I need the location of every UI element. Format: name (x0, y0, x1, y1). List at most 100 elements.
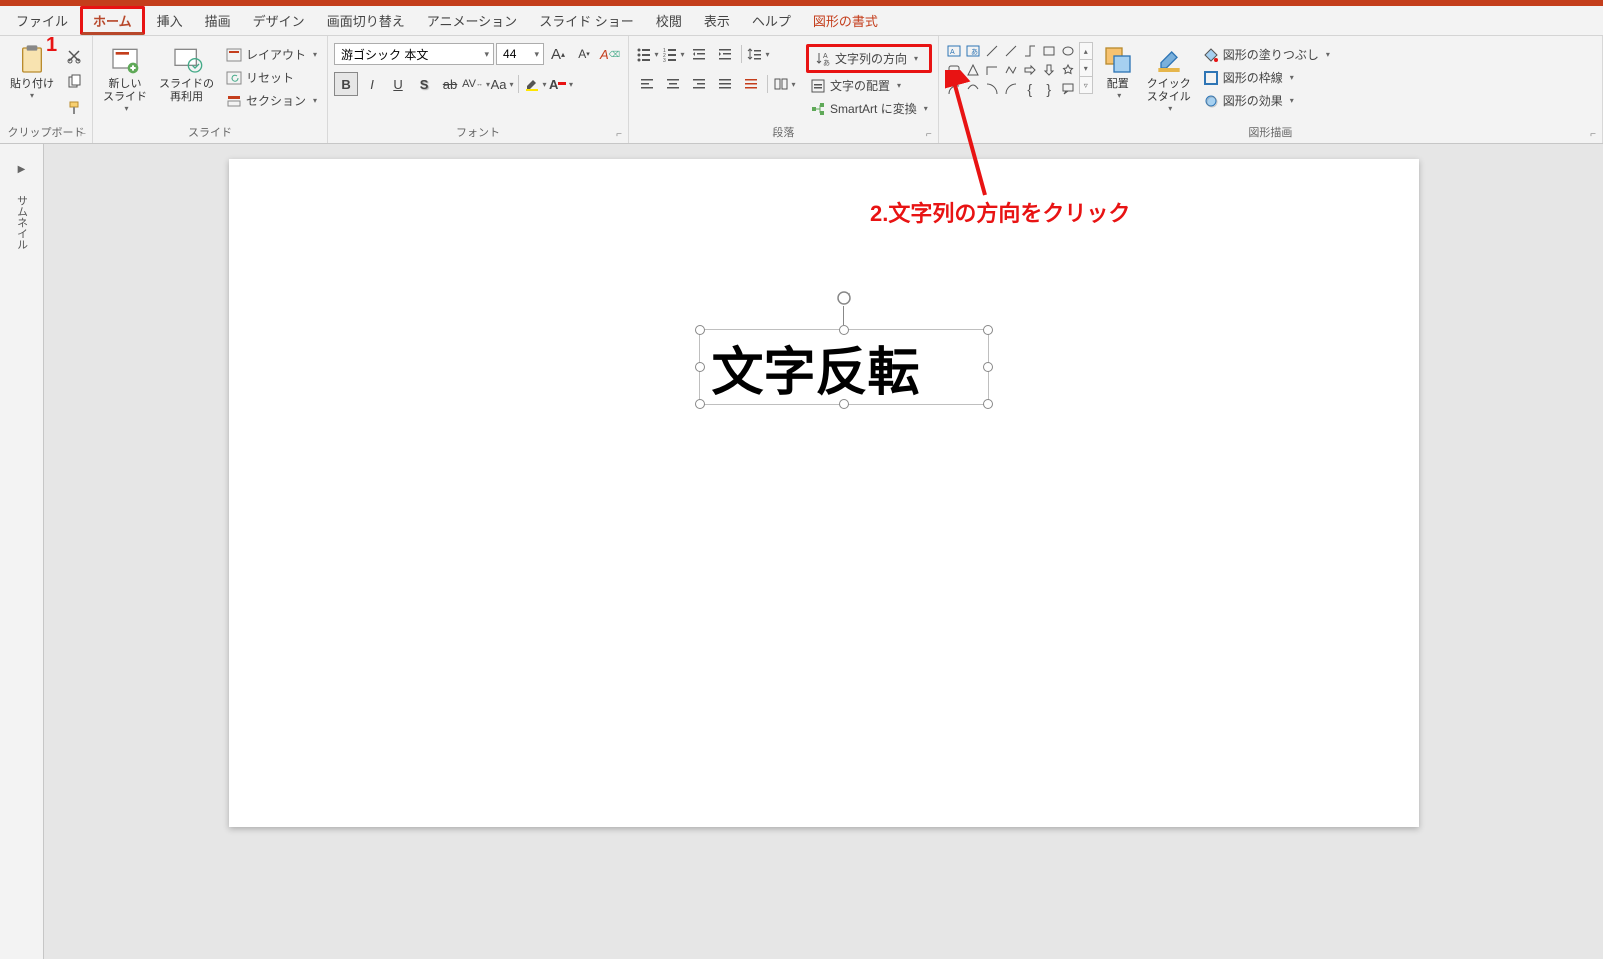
font-size-select[interactable]: 44▾ (496, 43, 544, 65)
section-button[interactable]: セクション (222, 90, 321, 111)
font-launcher[interactable]: ⌐ (613, 128, 625, 140)
resize-handle-mr[interactable] (983, 362, 993, 372)
font-color-button[interactable]: A (549, 72, 573, 96)
paragraph-launcher[interactable]: ⌐ (923, 128, 935, 140)
shape-vtextbox[interactable]: あ (964, 42, 982, 60)
shape-fill-button[interactable]: 図形の塗りつぶし (1199, 44, 1334, 65)
text-shadow-button[interactable]: S (412, 72, 436, 96)
distribute-button[interactable] (739, 72, 763, 96)
resize-handle-br[interactable] (983, 399, 993, 409)
resize-handle-bl[interactable] (695, 399, 705, 409)
clear-format-button[interactable]: A⌫ (598, 42, 622, 66)
decrease-indent-button[interactable] (687, 42, 711, 66)
group-label-font: フォント (334, 122, 622, 143)
workspace: ▶ サムネイル 文字反転 (0, 144, 1603, 959)
underline-button[interactable]: U (386, 72, 410, 96)
tab-slideshow[interactable]: スライド ショー (529, 7, 644, 34)
reset-button[interactable]: リセット (222, 67, 321, 88)
tab-animations[interactable]: アニメーション (417, 7, 527, 34)
align-left-button[interactable] (635, 72, 659, 96)
clipboard-launcher[interactable]: ⌐ (77, 128, 89, 140)
tab-draw[interactable]: 描画 (195, 7, 241, 34)
align-text-button[interactable]: 文字の配置 (806, 75, 932, 96)
textbox-content[interactable]: 文字反転 (712, 330, 920, 405)
increase-font-button[interactable]: A▴ (546, 42, 570, 66)
shape-rect[interactable] (1040, 42, 1058, 60)
numbering-button[interactable]: 123 (661, 42, 685, 66)
strikethrough-button[interactable]: ab (438, 72, 462, 96)
shape-arrow-d[interactable] (1040, 61, 1058, 79)
shape-arc3[interactable] (1002, 80, 1020, 98)
resize-handle-tr[interactable] (983, 325, 993, 335)
shape-outline-button[interactable]: 図形の枠線 (1199, 67, 1334, 88)
shape-star[interactable] (1059, 61, 1077, 79)
shape-effects-button[interactable]: 図形の効果 (1199, 90, 1334, 111)
text-direction-button[interactable]: Aあ文字列の方向 (806, 44, 932, 73)
rotate-connector (843, 306, 844, 325)
resize-handle-bm[interactable] (839, 399, 849, 409)
shape-arrow-r[interactable] (1021, 61, 1039, 79)
tab-help[interactable]: ヘルプ (742, 7, 801, 34)
new-slide-button[interactable]: 新しい スライド (99, 42, 151, 115)
align-right-button[interactable] (687, 72, 711, 96)
cut-button[interactable] (62, 44, 86, 68)
line-spacing-button[interactable] (746, 42, 770, 66)
align-center-button[interactable] (661, 72, 685, 96)
reuse-slides-button[interactable]: スライドの 再利用 (155, 42, 218, 106)
tab-shape-format[interactable]: 図形の書式 (803, 7, 888, 34)
shape-oval[interactable] (1059, 42, 1077, 60)
quick-styles-button[interactable]: クイック スタイル (1143, 42, 1195, 115)
shape-triangle[interactable] (964, 61, 982, 79)
tab-file[interactable]: ファイル (6, 7, 78, 34)
shapes-gallery[interactable]: A あ (945, 42, 1077, 98)
arrange-button[interactable]: 配置 (1097, 42, 1139, 102)
group-slides: 新しい スライド スライドの 再利用 レイアウト リセット セクション スライド (93, 36, 328, 143)
gallery-scroll[interactable]: ▴▾▿ (1079, 42, 1093, 98)
shape-roundrect[interactable] (945, 61, 963, 79)
tab-transitions[interactable]: 画面切り替え (317, 7, 415, 34)
resize-handle-tl[interactable] (695, 325, 705, 335)
tab-insert[interactable]: 挿入 (147, 7, 193, 34)
slide[interactable]: 文字反転 (229, 159, 1419, 827)
resize-handle-ml[interactable] (695, 362, 705, 372)
tab-view[interactable]: 表示 (694, 7, 740, 34)
copy-button[interactable] (62, 70, 86, 94)
expand-thumbnails-icon[interactable]: ▶ (18, 164, 26, 175)
change-case-button[interactable]: Aa (490, 72, 514, 96)
shape-zigzag[interactable] (1002, 61, 1020, 79)
shape-brace-l[interactable]: { (1021, 80, 1039, 98)
selected-textbox[interactable]: 文字反転 (699, 329, 989, 405)
tab-home[interactable]: ホーム (80, 6, 145, 35)
highlight-button[interactable] (523, 72, 547, 96)
shape-connector[interactable] (1021, 42, 1039, 60)
bold-button[interactable]: B (334, 72, 358, 96)
layout-button[interactable]: レイアウト (222, 44, 321, 65)
convert-smartart-button[interactable]: SmartArt に変換 (806, 98, 932, 119)
columns-button[interactable] (772, 72, 796, 96)
shape-arc2[interactable] (983, 80, 1001, 98)
smartart-icon (810, 101, 826, 117)
italic-button[interactable]: I (360, 72, 384, 96)
shape-elbow[interactable] (983, 61, 1001, 79)
drawing-launcher[interactable]: ⌐ (1587, 128, 1599, 140)
resize-handle-tm[interactable] (839, 325, 849, 335)
shape-curve[interactable] (964, 80, 982, 98)
format-painter-button[interactable] (62, 96, 86, 120)
font-name-select[interactable]: 游ゴシック 本文▾ (334, 43, 494, 65)
slide-canvas-area[interactable]: 文字反転 (44, 144, 1603, 959)
tab-review[interactable]: 校閲 (646, 7, 692, 34)
rotate-handle[interactable] (836, 290, 852, 306)
shape-brace-r[interactable]: } (1040, 80, 1058, 98)
char-spacing-button[interactable]: AV↔ (464, 72, 488, 96)
thumbnail-pane[interactable]: ▶ サムネイル (0, 144, 44, 959)
shape-line[interactable] (983, 42, 1001, 60)
justify-button[interactable] (713, 72, 737, 96)
increase-indent-button[interactable] (713, 42, 737, 66)
decrease-font-button[interactable]: A▾ (572, 42, 596, 66)
shape-callout[interactable] (1059, 80, 1077, 98)
bullets-button[interactable] (635, 42, 659, 66)
shape-textbox[interactable]: A (945, 42, 963, 60)
shape-line2[interactable] (1002, 42, 1020, 60)
tab-design[interactable]: デザイン (243, 7, 315, 34)
shape-arc[interactable] (945, 80, 963, 98)
